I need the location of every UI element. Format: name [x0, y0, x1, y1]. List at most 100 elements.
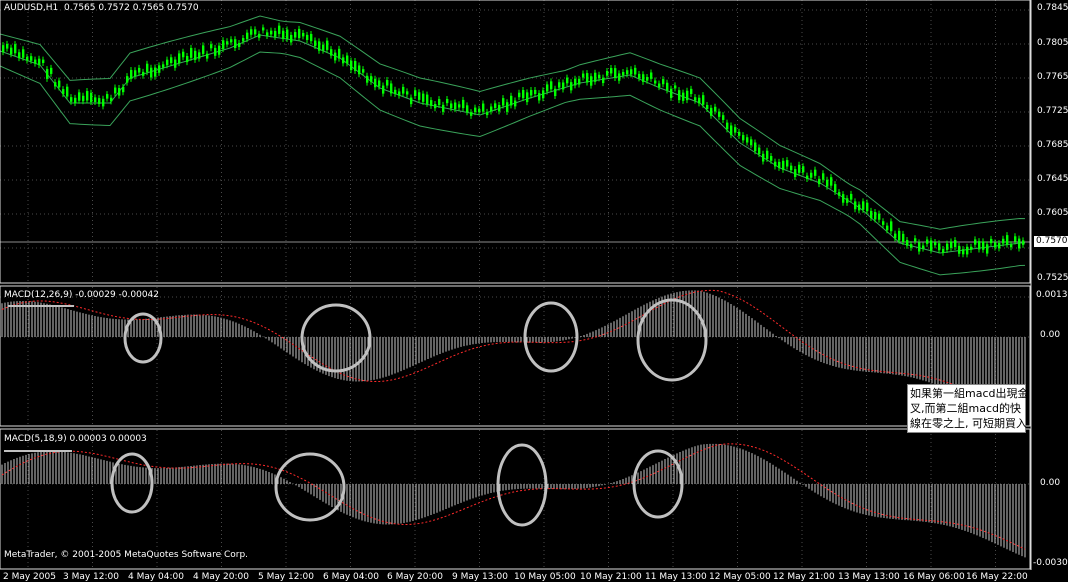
candle-body — [110, 97, 113, 102]
time-label: 16 May 06:00 — [903, 572, 965, 582]
candle-body — [458, 104, 461, 108]
candle-body — [74, 97, 77, 104]
candle-body — [630, 69, 633, 75]
candle-body — [246, 32, 249, 40]
candle-body — [798, 164, 801, 173]
candle-body — [954, 240, 957, 248]
candle-body — [738, 131, 741, 136]
candle-body — [146, 63, 149, 73]
annotation-line: 線在零之上, 可短期買入 — [910, 417, 1027, 430]
candle-body — [466, 105, 469, 113]
candle-body — [482, 103, 485, 112]
candle-body — [134, 70, 137, 77]
candle-body — [350, 60, 353, 71]
copyright-text: MetaTrader, © 2001-2005 MetaQuotes Softw… — [4, 550, 249, 560]
candle-body — [994, 242, 997, 248]
candle-body — [986, 244, 989, 254]
candle-body — [842, 194, 845, 203]
candle-body — [622, 71, 625, 76]
candle-body — [594, 72, 597, 82]
chart-canvas[interactable] — [0, 0, 1068, 582]
candle-body — [950, 241, 953, 248]
candle-body — [286, 29, 289, 40]
candle-body — [378, 80, 381, 87]
candle-body — [870, 210, 873, 219]
candle-body — [930, 240, 933, 251]
candle-body — [614, 68, 617, 78]
candle-body — [166, 59, 169, 66]
candle-body — [422, 93, 425, 102]
candle-body — [526, 92, 529, 103]
candle-body — [214, 47, 217, 56]
bollinger-bands — [0, 15, 1026, 276]
candle-body — [66, 86, 69, 97]
candle-body — [734, 127, 737, 133]
candle-body — [874, 211, 877, 220]
candle-body — [574, 78, 577, 86]
candle-body — [698, 97, 701, 104]
time-label: 4 May 20:00 — [193, 572, 249, 582]
candle-body — [30, 56, 33, 61]
candle-body — [290, 34, 293, 43]
candle-body — [862, 201, 865, 210]
candle-body — [1018, 238, 1021, 249]
candle-body — [922, 245, 925, 249]
candle-body — [202, 45, 205, 54]
candle-body — [454, 102, 457, 110]
candle-body — [658, 83, 661, 88]
circle-annotation — [636, 298, 708, 382]
annotation-line: 叉,而第二組macd的快 — [910, 402, 1021, 415]
candle-body — [542, 90, 545, 99]
candle-body — [690, 88, 693, 95]
candle-body — [478, 108, 481, 113]
candle-body — [218, 45, 221, 55]
candle-body — [566, 77, 569, 84]
candle-body — [534, 89, 537, 95]
time-label: 6 May 04:00 — [323, 572, 379, 582]
price-label: 0.7765 — [1037, 72, 1068, 82]
time-label: 13 May 13:00 — [838, 572, 900, 582]
candle-body — [118, 88, 121, 96]
candle-body — [294, 32, 297, 38]
candle-body — [906, 239, 909, 246]
macd2-axis-zero: 0.00 — [1040, 478, 1061, 488]
candle-body — [794, 169, 797, 177]
candle-body — [978, 241, 981, 250]
candle-body — [390, 83, 393, 94]
candle-body — [82, 95, 85, 102]
candle-body — [682, 92, 685, 101]
symbol-header: AUDUSD,H1 0.7565 0.7572 0.7565 0.7570 — [4, 3, 199, 13]
candle-body — [834, 184, 837, 192]
candle-body — [450, 103, 453, 109]
candle-body — [230, 39, 233, 43]
candle-body — [850, 193, 853, 200]
candle-body — [678, 90, 681, 101]
candle-body — [154, 67, 157, 77]
candle-body — [98, 98, 101, 104]
candle-body — [914, 238, 917, 242]
candle-body — [830, 177, 833, 186]
candle-body — [394, 89, 397, 94]
price-label: 0.7525 — [1037, 273, 1068, 283]
candle-body — [762, 153, 765, 162]
candle-body — [282, 30, 285, 39]
candle-body — [606, 70, 609, 76]
time-label: 10 May 21:00 — [580, 572, 642, 582]
candle-body — [890, 221, 893, 232]
candle-body — [10, 47, 13, 55]
candle-body — [578, 78, 581, 85]
candle-body — [766, 150, 769, 159]
candle-body — [666, 82, 669, 91]
hand-drawn-circles — [4, 298, 708, 527]
price-label: 0.7845 — [1037, 3, 1068, 13]
candle-body — [586, 73, 589, 83]
candle-body — [958, 245, 961, 254]
candle-body — [270, 30, 273, 35]
candle-body — [58, 80, 61, 88]
candle-body — [138, 67, 141, 73]
time-label: 3 May 12:00 — [63, 572, 119, 582]
candle-body — [562, 82, 565, 90]
macd1-axis-top: 0.00133 — [1036, 290, 1068, 300]
candle-body — [670, 88, 673, 98]
candle-body — [38, 58, 41, 66]
